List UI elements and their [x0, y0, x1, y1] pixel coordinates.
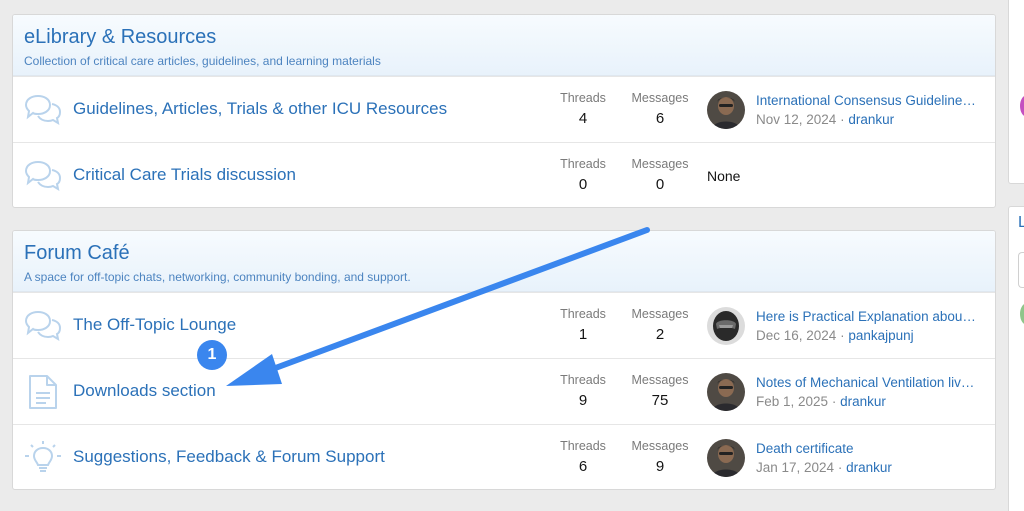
threads-stat: Threads 4	[548, 91, 618, 127]
avatar[interactable]	[707, 307, 745, 345]
messages-label: Messages	[631, 91, 689, 105]
messages-stat: Messages 75	[625, 373, 695, 409]
forum-row[interactable]: Suggestions, Feedback & Forum Support Th…	[13, 424, 995, 489]
meta-separator: ·	[840, 328, 845, 343]
category-description: A space for off-topic chats, networking,…	[24, 270, 411, 284]
category-title[interactable]: Forum Café	[24, 241, 984, 265]
messages-stat: Messages 9	[625, 439, 695, 475]
forum-title[interactable]: The Off-Topic Lounge	[73, 315, 236, 335]
last-post-date[interactable]: Nov 12, 2024	[756, 112, 836, 127]
forum-row[interactable]: Downloads section Threads 9 Messages 75 …	[13, 358, 995, 424]
last-post-none: None	[707, 168, 741, 184]
last-post-date[interactable]: Dec 16, 2024	[756, 328, 836, 343]
forum-title[interactable]: Critical Care Trials discussion	[73, 165, 296, 185]
threads-stat: Threads 0	[548, 157, 618, 193]
messages-count: 0	[655, 176, 665, 193]
last-post-title[interactable]: Death certificate	[756, 441, 988, 456]
threads-label: Threads	[560, 373, 606, 387]
threads-count: 9	[578, 392, 588, 409]
messages-stat: Messages 6	[625, 91, 695, 127]
last-post-meta: Feb 1, 2025 · drankur	[756, 394, 886, 409]
forum-row[interactable]: Guidelines, Articles, Trials & other ICU…	[13, 76, 995, 142]
chat-bubbles-icon	[23, 93, 63, 127]
category-forum-cafe: Forum Café A space for off-topic chats, …	[12, 230, 996, 490]
last-post-meta: Nov 12, 2024 · drankur	[756, 112, 894, 127]
threads-label: Threads	[560, 91, 606, 105]
threads-stat: Threads 9	[548, 373, 618, 409]
avatar[interactable]	[707, 91, 745, 129]
chat-bubbles-icon	[23, 159, 63, 193]
threads-label: Threads	[560, 157, 606, 171]
avatar[interactable]	[707, 439, 745, 477]
messages-count: 6	[655, 110, 665, 127]
last-post-title[interactable]: Notes of Mechanical Ventilation liv…	[756, 375, 988, 390]
chat-bubbles-icon	[23, 309, 63, 343]
document-icon	[23, 375, 63, 409]
messages-label: Messages	[631, 373, 689, 387]
sidebar-input[interactable]	[1018, 252, 1024, 288]
avatar[interactable]	[1020, 303, 1024, 325]
last-post-meta: Jan 17, 2024 · drankur	[756, 460, 892, 475]
meta-separator: ·	[831, 394, 837, 409]
messages-stat: Messages 0	[625, 157, 695, 193]
category-description: Collection of critical care articles, gu…	[24, 54, 381, 68]
forum-title[interactable]: Downloads section	[73, 381, 216, 401]
lightbulb-icon	[23, 441, 63, 475]
last-post-title[interactable]: International Consensus Guideline…	[756, 93, 988, 108]
threads-stat: Threads 6	[548, 439, 618, 475]
messages-label: Messages	[631, 157, 689, 171]
messages-stat: Messages 2	[625, 307, 695, 343]
messages-count: 9	[655, 458, 665, 475]
messages-label: Messages	[631, 439, 689, 453]
category-header: eLibrary & Resources Collection of criti…	[13, 15, 995, 76]
meta-separator: ·	[837, 460, 843, 475]
category-header: Forum Café A space for off-topic chats, …	[13, 231, 995, 292]
step-badge: 1	[197, 340, 227, 370]
last-post-user[interactable]: drankur	[840, 394, 886, 409]
threads-stat: Threads 1	[548, 307, 618, 343]
sidebar-panel-top	[1008, 0, 1024, 184]
last-post-meta: Dec 16, 2024 · pankajpunj	[756, 328, 914, 343]
threads-count: 0	[578, 176, 588, 193]
last-post-user[interactable]: drankur	[848, 112, 894, 127]
messages-label: Messages	[631, 307, 689, 321]
messages-count: 75	[651, 392, 669, 409]
last-post-date[interactable]: Jan 17, 2024	[756, 460, 834, 475]
last-post-date[interactable]: Feb 1, 2025	[756, 394, 828, 409]
forum-title[interactable]: Suggestions, Feedback & Forum Support	[73, 447, 385, 467]
threads-count: 4	[578, 110, 588, 127]
threads-label: Threads	[560, 439, 606, 453]
last-post-user[interactable]: pankajpunj	[848, 328, 913, 343]
last-post-title[interactable]: Here is Practical Explanation abou…	[756, 309, 988, 324]
category-title[interactable]: eLibrary & Resources	[24, 25, 984, 49]
threads-count: 6	[578, 458, 588, 475]
messages-count: 2	[655, 326, 665, 343]
threads-label: Threads	[560, 307, 606, 321]
forum-row[interactable]: The Off-Topic Lounge Threads 1 Messages …	[13, 292, 995, 358]
avatar[interactable]	[1020, 95, 1024, 117]
last-post-user[interactable]: drankur	[846, 460, 892, 475]
meta-separator: ·	[840, 112, 845, 127]
category-elibrary: eLibrary & Resources Collection of criti…	[12, 14, 996, 208]
forum-row[interactable]: Critical Care Trials discussion Threads …	[13, 142, 995, 207]
threads-count: 1	[578, 326, 588, 343]
avatar[interactable]	[707, 373, 745, 411]
forum-title[interactable]: Guidelines, Articles, Trials & other ICU…	[73, 99, 447, 119]
sidebar-heading: L	[1018, 214, 1024, 231]
